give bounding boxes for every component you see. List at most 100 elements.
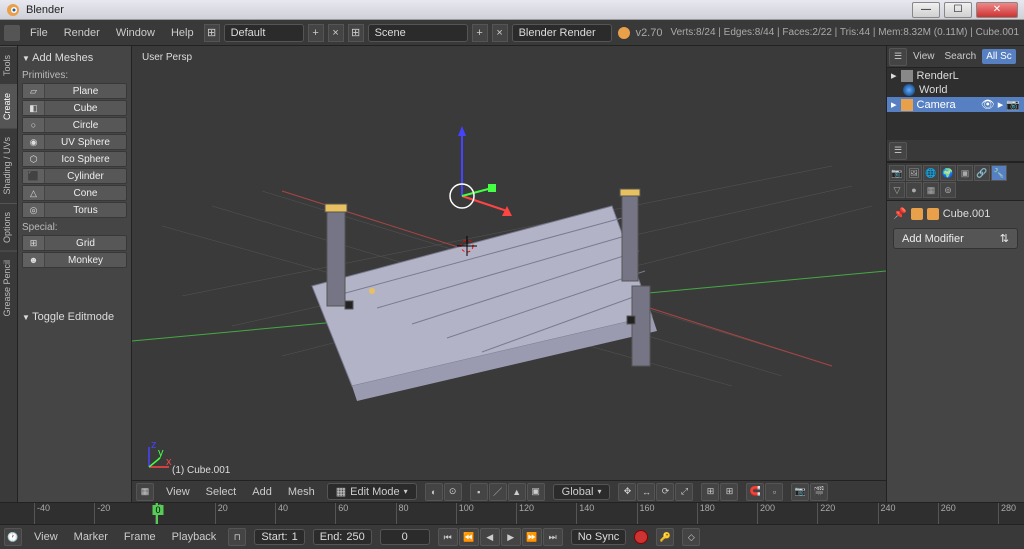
shading-mode-icon[interactable]: ◐ xyxy=(425,483,443,501)
tab-data[interactable]: ▽ xyxy=(889,182,905,198)
tab-world[interactable]: 🌍 xyxy=(940,165,956,181)
vp-menu-add[interactable]: Add xyxy=(248,484,276,500)
scene-browse-icon[interactable]: ⊞ xyxy=(348,24,364,42)
breadcrumb-object[interactable]: Cube.001 xyxy=(943,208,991,220)
vp-menu-mesh[interactable]: Mesh xyxy=(284,484,319,500)
vp-menu-view[interactable]: View xyxy=(162,484,194,500)
editor-type-icon[interactable]: ▦ xyxy=(136,483,154,501)
layer-grid-icon[interactable]: ⊞ xyxy=(701,483,719,501)
scene-field[interactable]: Scene xyxy=(368,24,468,42)
outliner-view[interactable]: View xyxy=(909,49,939,64)
tl-menu-frame[interactable]: Frame xyxy=(120,529,160,545)
tab-object[interactable]: ▣ xyxy=(957,165,973,181)
tab-modifiers[interactable]: 🔧 xyxy=(991,165,1007,181)
properties-editor-icon[interactable]: ☰ xyxy=(889,142,907,160)
record-button[interactable] xyxy=(634,530,648,544)
jump-end-button[interactable]: ⏭ xyxy=(543,528,563,546)
restrict-icons[interactable]: 👁 ▸ 📷 xyxy=(981,98,1020,111)
snap-icon[interactable]: 🧲 xyxy=(746,483,764,501)
vtab-grease[interactable]: Grease Pencil xyxy=(0,251,17,325)
tl-menu-marker[interactable]: Marker xyxy=(70,529,112,545)
pin-icon[interactable]: 📌 xyxy=(893,207,907,220)
keying-set-icon[interactable]: 🔑 xyxy=(656,528,674,546)
outliner-search[interactable]: Search xyxy=(941,49,981,64)
menu-file[interactable]: File xyxy=(24,25,54,41)
pivot-icon[interactable]: ⊙ xyxy=(444,483,462,501)
face-select-icon[interactable]: ▲ xyxy=(508,483,526,501)
toggle-editmode-header[interactable]: Toggle Editmode xyxy=(22,309,127,325)
scale-icon[interactable]: ⤢ xyxy=(675,483,693,501)
current-frame-field[interactable]: 0 xyxy=(380,529,430,545)
scene-add-button[interactable]: + xyxy=(472,24,488,42)
menu-window[interactable]: Window xyxy=(110,25,161,41)
limit-select-icon[interactable]: ▣ xyxy=(527,483,545,501)
add-meshes-header[interactable]: Add Meshes xyxy=(22,50,127,66)
translate-icon[interactable]: ↔ xyxy=(637,483,655,501)
3d-viewport[interactable]: User Persp xyxy=(132,46,886,502)
timeline-editor-icon[interactable]: 🕐 xyxy=(4,528,22,546)
maximize-button[interactable]: ☐ xyxy=(944,2,972,18)
tool-cube[interactable]: ◧Cube xyxy=(22,100,127,116)
outliner[interactable]: ▸RenderL World ▸Camera👁 ▸ 📷 xyxy=(887,68,1024,140)
range-icon[interactable]: ⊓ xyxy=(228,528,246,546)
timeline-cursor[interactable]: 0 xyxy=(156,503,158,524)
play-reverse-button[interactable]: ◀ xyxy=(480,528,500,546)
scene-del-button[interactable]: × xyxy=(492,24,508,42)
vtab-shading[interactable]: Shading / UVs xyxy=(0,128,17,203)
tool-circle[interactable]: ○Circle xyxy=(22,117,127,133)
outliner-row-render[interactable]: ▸RenderL xyxy=(887,68,1024,83)
layout-add-button[interactable]: + xyxy=(308,24,324,42)
outliner-editor-icon[interactable]: ☰ xyxy=(889,48,907,66)
prev-key-button[interactable]: ⏪ xyxy=(459,528,479,546)
outliner-row-world[interactable]: World xyxy=(887,83,1024,97)
vtab-tools[interactable]: Tools xyxy=(0,46,17,84)
tab-material[interactable]: ● xyxy=(906,182,922,198)
layer-grid2-icon[interactable]: ⊞ xyxy=(720,483,738,501)
vp-menu-select[interactable]: Select xyxy=(202,484,241,500)
timeline-ruler[interactable]: -40-200204060801001201401601802002202402… xyxy=(0,503,1024,525)
vtab-options[interactable]: Options xyxy=(0,203,17,251)
tool-torus[interactable]: ◎Torus xyxy=(22,202,127,218)
keying-add-icon[interactable]: ◇ xyxy=(682,528,700,546)
tool-plane[interactable]: ▱Plane xyxy=(22,83,127,99)
vtab-create[interactable]: Create xyxy=(0,84,17,128)
next-key-button[interactable]: ⏩ xyxy=(522,528,542,546)
layout-field[interactable]: Default xyxy=(224,24,304,42)
start-frame-field[interactable]: Start:1 xyxy=(254,529,304,545)
editor-type-icon[interactable] xyxy=(4,25,20,41)
mode-select[interactable]: ▦ Edit Mode ▾ xyxy=(327,483,417,500)
outliner-filter[interactable]: All Sc xyxy=(982,49,1016,64)
outliner-row-camera[interactable]: ▸Camera👁 ▸ 📷 xyxy=(887,97,1024,112)
rotate-icon[interactable]: ⟳ xyxy=(656,483,674,501)
orientation-select[interactable]: Global▾ xyxy=(553,484,611,500)
tab-texture[interactable]: ▦ xyxy=(923,182,939,198)
close-button[interactable]: ✕ xyxy=(976,2,1018,18)
tl-menu-view[interactable]: View xyxy=(30,529,62,545)
screen-browse-icon[interactable]: ⊞ xyxy=(204,24,220,42)
menu-help[interactable]: Help xyxy=(165,25,200,41)
tab-constraints[interactable]: 🔗 xyxy=(974,165,990,181)
end-frame-field[interactable]: End:250 xyxy=(313,529,372,545)
render-anim-icon[interactable]: 🎬 xyxy=(810,483,828,501)
minimize-button[interactable]: — xyxy=(912,2,940,18)
jump-start-button[interactable]: ⏮ xyxy=(438,528,458,546)
tool-uvsphere[interactable]: ◉UV Sphere xyxy=(22,134,127,150)
tl-menu-playback[interactable]: Playback xyxy=(168,529,221,545)
render-icon[interactable]: 📷 xyxy=(791,483,809,501)
add-modifier-button[interactable]: Add Modifier ⇅ xyxy=(893,228,1018,249)
vertex-select-icon[interactable]: ▪ xyxy=(470,483,488,501)
tab-render[interactable]: 📷 xyxy=(889,165,905,181)
tool-grid[interactable]: ⊞Grid xyxy=(22,235,127,251)
tool-monkey[interactable]: ☻Monkey xyxy=(22,252,127,268)
manipulator-icon[interactable]: ✥ xyxy=(618,483,636,501)
edge-select-icon[interactable]: ／ xyxy=(489,483,507,501)
tool-cylinder[interactable]: ⬛Cylinder xyxy=(22,168,127,184)
layout-del-button[interactable]: × xyxy=(328,24,344,42)
menu-render[interactable]: Render xyxy=(58,25,106,41)
render-engine-select[interactable]: Blender Render xyxy=(512,24,612,42)
tool-icosphere[interactable]: ⬡Ico Sphere xyxy=(22,151,127,167)
tab-scene[interactable]: 🌐 xyxy=(923,165,939,181)
play-button[interactable]: ▶ xyxy=(501,528,521,546)
snap-type-icon[interactable]: ▫ xyxy=(765,483,783,501)
tool-cone[interactable]: △Cone xyxy=(22,185,127,201)
